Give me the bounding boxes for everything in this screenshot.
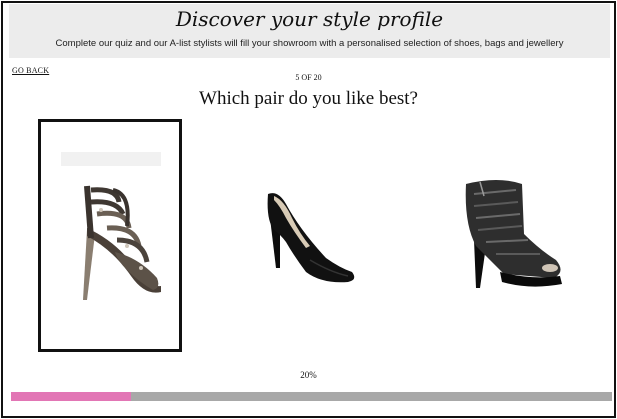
shoe-option-1[interactable] bbox=[38, 119, 182, 352]
strappy-glitter-sandal-icon bbox=[61, 152, 161, 300]
page-title: Discover your style profile bbox=[175, 7, 444, 31]
black-suede-pump-icon bbox=[267, 193, 355, 283]
progress-fill bbox=[11, 392, 132, 401]
page-subtitle: Complete our quiz and our A-list stylist… bbox=[55, 38, 564, 49]
progress-bar bbox=[11, 392, 612, 401]
shoe-option-3[interactable] bbox=[440, 160, 580, 300]
black-peep-toe-bootie-icon bbox=[465, 180, 562, 288]
progress-percent: 20% bbox=[300, 370, 317, 380]
shoe-option-2[interactable] bbox=[240, 160, 370, 300]
quiz-question: Which pair do you like best? bbox=[199, 88, 418, 109]
step-counter: 5 OF 20 bbox=[295, 73, 322, 82]
page-header: Discover your style profile Complete our… bbox=[9, 4, 610, 58]
